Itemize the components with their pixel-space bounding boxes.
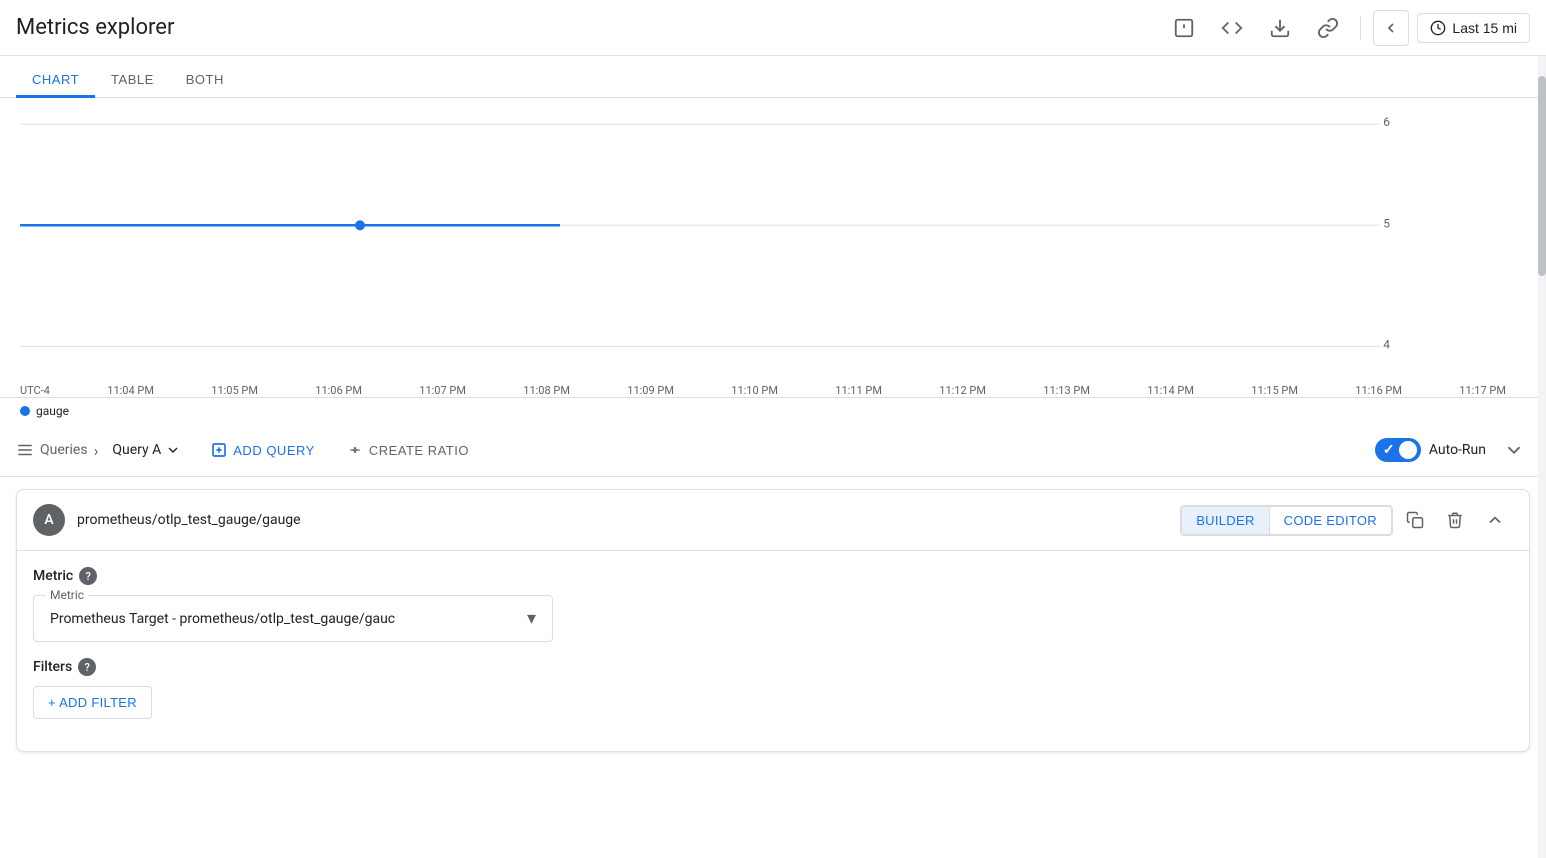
chevron-down-icon (1503, 439, 1525, 461)
x-label-1113: 11:13 PM (1043, 384, 1090, 397)
x-label-1108: 11:08 PM (523, 384, 570, 397)
chevron-up-icon (1485, 510, 1505, 530)
download-icon-button[interactable] (1260, 8, 1300, 48)
builder-code-toggle: BUILDER CODE EDITOR (1180, 505, 1393, 536)
x-label-utc: UTC-4 (20, 384, 50, 397)
metric-field-group: Metric ? Metric Prometheus Target - prom… (33, 567, 1513, 642)
x-axis-labels: UTC-4 11:04 PM 11:05 PM 11:06 PM 11:07 P… (0, 384, 1526, 397)
metric-select-value: Prometheus Target - prometheus/otlp_test… (50, 611, 527, 627)
chart-svg: 6 5 4 (0, 106, 1546, 389)
query-dropdown-icon (165, 442, 181, 458)
add-icon (211, 442, 227, 458)
create-ratio-label: CREATE RATIO (369, 443, 469, 458)
x-label-1109: 11:09 PM (627, 384, 674, 397)
tab-both[interactable]: BOTH (170, 64, 240, 98)
copy-icon (1406, 511, 1424, 529)
header-actions: Last 15 mi (1164, 8, 1530, 48)
svg-text:5: 5 (1383, 216, 1390, 230)
query-editor-section: A prometheus/otlp_test_gauge/gauge BUILD… (16, 489, 1530, 752)
header: Metrics explorer (0, 0, 1546, 56)
x-label-1110: 11:10 PM (731, 384, 778, 397)
back-button[interactable] (1373, 10, 1409, 46)
auto-run-label: Auto-Run (1429, 442, 1486, 458)
queries-label: Queries (40, 442, 88, 458)
time-range-label: Last 15 mi (1452, 20, 1517, 36)
query-selector[interactable]: Query A (104, 438, 189, 462)
metric-dropdown-icon: ▾ (527, 608, 536, 629)
x-label-1105: 11:05 PM (211, 384, 258, 397)
delete-icon (1446, 511, 1464, 529)
toggle-slider: ✓ (1375, 438, 1421, 462)
create-ratio-button[interactable]: CREATE RATIO (337, 436, 479, 464)
builder-button[interactable]: BUILDER (1181, 506, 1268, 535)
ratio-icon (347, 442, 363, 458)
svg-text:4: 4 (1383, 338, 1390, 352)
delete-button[interactable] (1437, 502, 1473, 538)
add-query-button[interactable]: ADD QUERY (201, 436, 325, 464)
hamburger-icon (16, 441, 34, 459)
filters-help-icon[interactable]: ? (78, 658, 96, 676)
scrollbar[interactable] (1538, 56, 1546, 858)
x-label-1115: 11:15 PM (1251, 384, 1298, 397)
chart-legend: gauge (0, 398, 1546, 424)
metric-field-label: Metric (46, 588, 88, 602)
query-selector-label: Query A (112, 442, 161, 458)
x-label-1111: 11:11 PM (835, 384, 882, 397)
scrollbar-thumb[interactable] (1538, 76, 1546, 276)
breadcrumb-chevron: › (94, 441, 99, 460)
x-label-1112: 11:12 PM (939, 384, 986, 397)
query-editor-header: A prometheus/otlp_test_gauge/gauge BUILD… (17, 490, 1529, 551)
time-range-button[interactable]: Last 15 mi (1417, 13, 1530, 43)
x-label-1117: 11:17 PM (1459, 384, 1506, 397)
tab-chart[interactable]: CHART (16, 64, 95, 98)
page-title: Metrics explorer (16, 15, 174, 40)
legend-label: gauge (36, 404, 69, 418)
x-label-1107: 11:07 PM (419, 384, 466, 397)
auto-run-switch[interactable]: ✓ (1375, 438, 1421, 462)
metric-select[interactable]: Metric Prometheus Target - prometheus/ot… (33, 595, 553, 642)
x-label-1104: 11:04 PM (107, 384, 154, 397)
svg-text:6: 6 (1383, 115, 1390, 129)
copy-button[interactable] (1397, 502, 1433, 538)
metric-section-label: Metric ? (33, 567, 1513, 585)
metric-help-icon[interactable]: ? (79, 567, 97, 585)
query-path: prometheus/otlp_test_gauge/gauge (77, 512, 301, 528)
queries-section: Queries › Query A (16, 438, 189, 462)
code-icon-button[interactable] (1212, 8, 1252, 48)
link-icon-button[interactable] (1308, 8, 1348, 48)
query-letter-badge: A (33, 504, 65, 536)
add-filter-button[interactable]: + ADD FILTER (33, 686, 152, 719)
chart-tabs: CHART TABLE BOTH (0, 56, 1546, 98)
query-bar-right: ✓ Auto-Run (1375, 434, 1530, 466)
code-editor-button[interactable]: CODE EDITOR (1269, 506, 1392, 535)
query-header-right: BUILDER CODE EDITOR (1180, 502, 1513, 538)
collapse-button[interactable] (1498, 434, 1530, 466)
chart-area: 6 5 4 UTC-4 11:04 PM 11:05 PM 11:06 PM 1… (0, 98, 1546, 398)
alert-icon-button[interactable] (1164, 8, 1204, 48)
x-label-1106: 11:06 PM (315, 384, 362, 397)
filters-section-label: Filters ? (33, 658, 1513, 676)
query-bar: Queries › Query A ADD QUERY CREATE RATIO (0, 424, 1546, 477)
legend-dot (20, 406, 30, 416)
header-divider (1360, 16, 1361, 40)
auto-run-toggle: ✓ Auto-Run (1375, 438, 1486, 462)
query-editor-body: Metric ? Metric Prometheus Target - prom… (17, 551, 1529, 751)
x-label-1114: 11:14 PM (1147, 384, 1194, 397)
expand-button[interactable] (1477, 502, 1513, 538)
filters-field-group: Filters ? + ADD FILTER (33, 658, 1513, 719)
add-query-label: ADD QUERY (233, 443, 315, 458)
x-label-1116: 11:16 PM (1355, 384, 1402, 397)
tab-table[interactable]: TABLE (95, 64, 170, 98)
